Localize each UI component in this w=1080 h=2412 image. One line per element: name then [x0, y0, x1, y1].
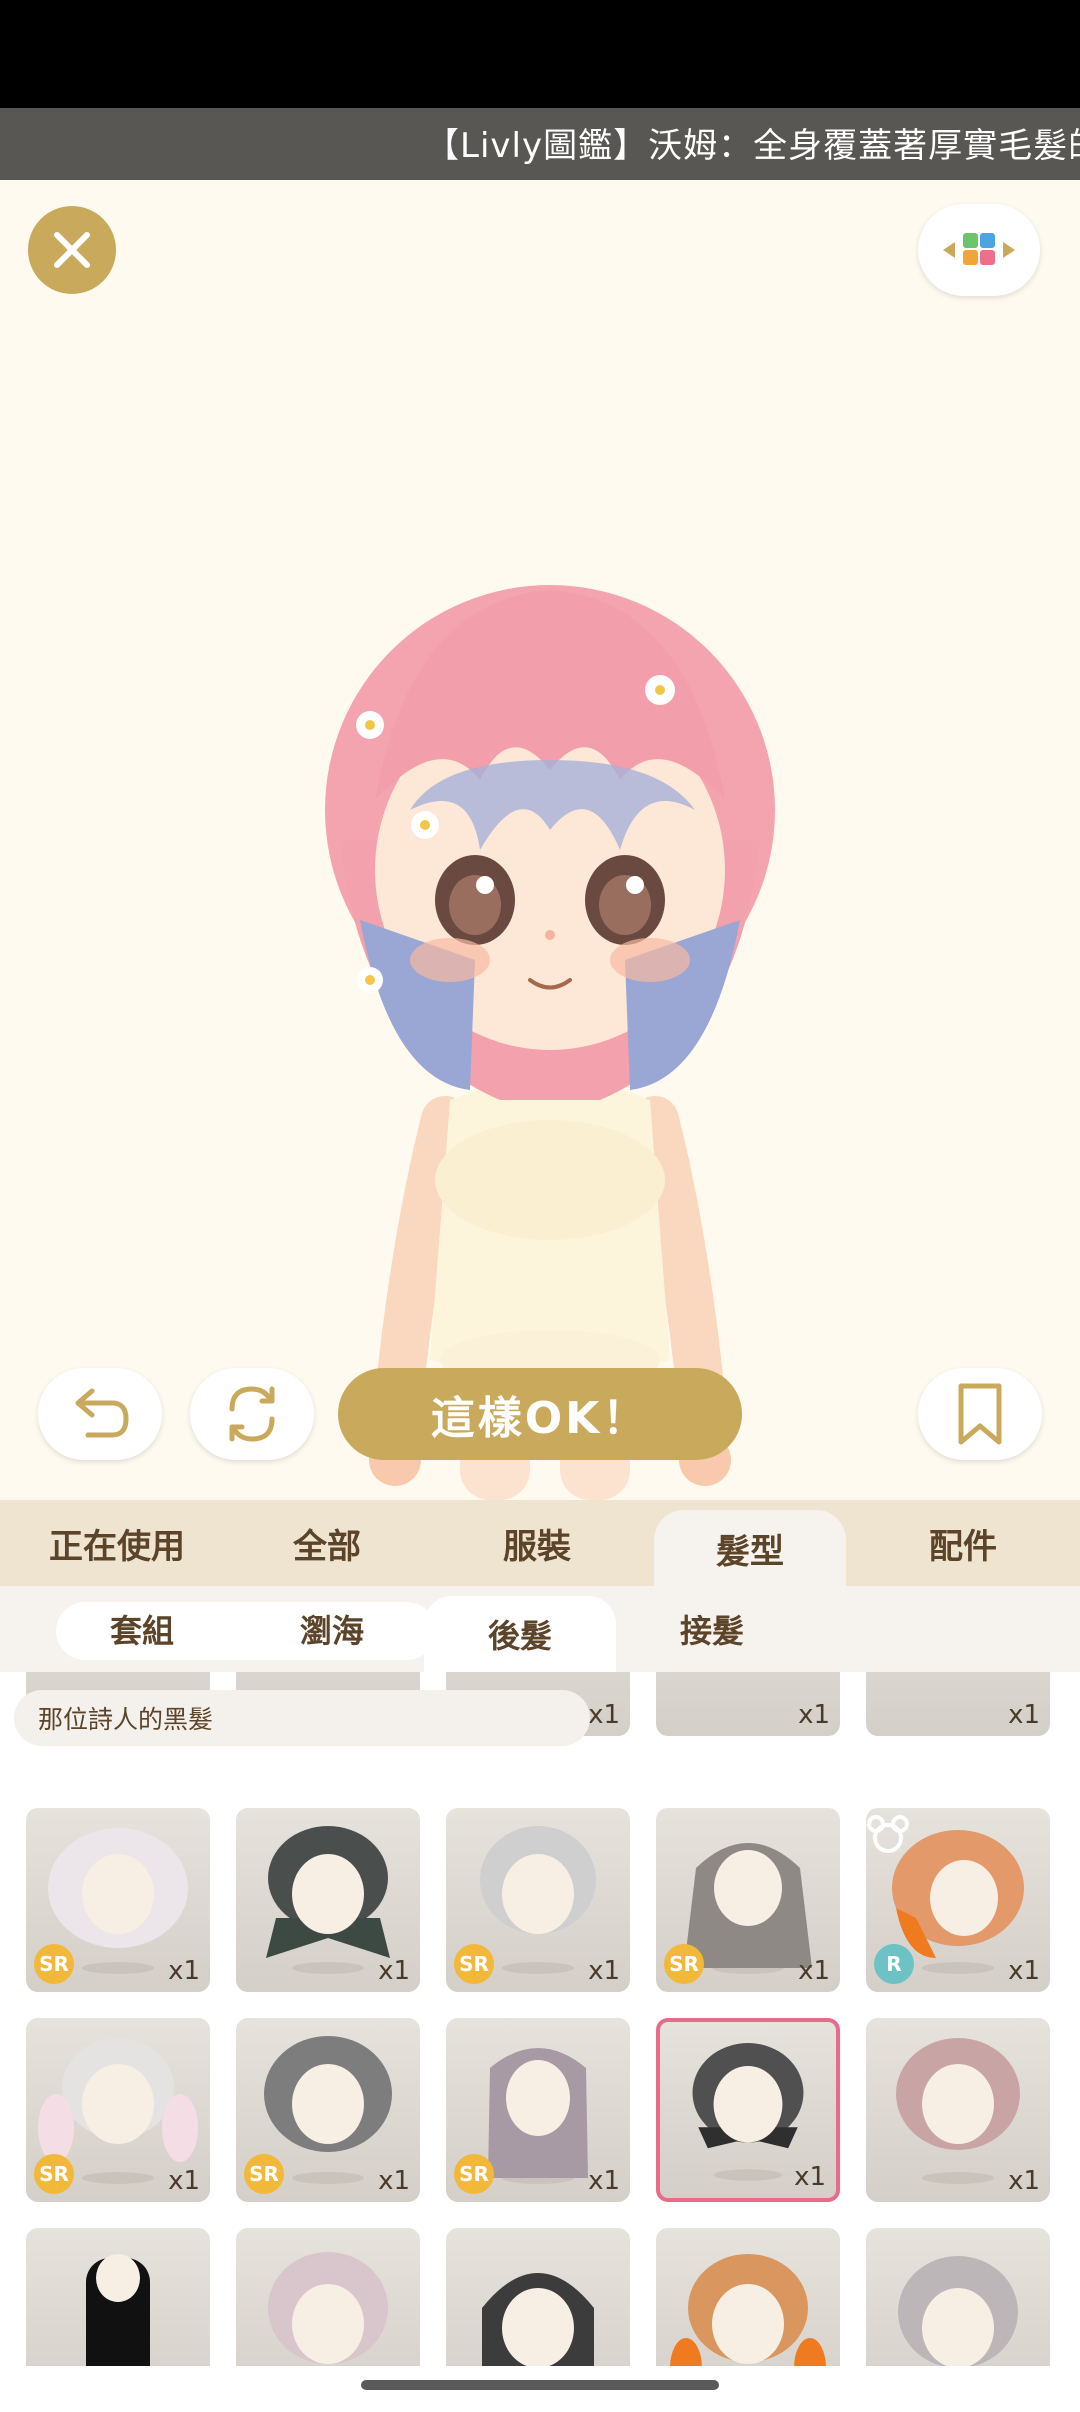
item-card[interactable] [26, 2228, 210, 2366]
item-quantity: x1 [588, 2166, 620, 2196]
rotate-icon [229, 1386, 275, 1442]
item-quantity: x1 [798, 1700, 830, 1730]
bookmark-button[interactable] [918, 1368, 1042, 1460]
tab-hairstyle[interactable]: 髮型 [654, 1510, 846, 1586]
subtab-extensions[interactable]: 接髮 [632, 1586, 792, 1672]
item-card[interactable]: x1 [866, 1672, 1050, 1736]
tab-clothing[interactable]: 服裝 [432, 1500, 642, 1586]
avatar-character [325, 585, 775, 1500]
item-card[interactable]: SR x1 [26, 2018, 210, 2202]
tab-accessories[interactable]: 配件 [858, 1500, 1068, 1586]
item-card[interactable] [866, 2228, 1050, 2366]
item-card[interactable]: x1 [236, 1808, 420, 1992]
hair-thumbnail [670, 2254, 826, 2366]
item-card[interactable]: SR x1 [236, 2018, 420, 2202]
item-quantity: x1 [168, 2166, 200, 2196]
item-quantity: x1 [798, 1956, 830, 1986]
subtab-set[interactable]: 套組 [62, 1586, 222, 1672]
close-icon [54, 232, 90, 268]
item-card[interactable]: SR x1 [26, 1808, 210, 1992]
item-quantity: x1 [168, 1956, 200, 1986]
home-indicator[interactable] [361, 2380, 719, 2390]
item-card-selected[interactable]: x1 [656, 2018, 840, 2202]
confirm-ok-button[interactable]: 這樣OK！ [338, 1368, 742, 1460]
close-button[interactable] [28, 206, 116, 294]
item-card[interactable] [236, 2228, 420, 2366]
news-ticker[interactable]: 【Livly圖鑑】沃姆：全身覆蓋著厚實毛髮的 [0, 108, 1080, 180]
item-card[interactable]: SR x1 [446, 1808, 630, 1992]
news-ticker-text: 【Livly圖鑑】沃姆：全身覆蓋著厚實毛髮的 [425, 126, 1080, 166]
item-card[interactable] [656, 2228, 840, 2366]
status-bar [0, 0, 1080, 108]
item-quantity: x1 [588, 1956, 620, 1986]
bookmark-icon [958, 1383, 1002, 1445]
rarity-badge: SR [454, 2154, 494, 2194]
subtab-bangs[interactable]: 瀏海 [252, 1586, 412, 1672]
item-grid: x1 x1 x1 x1 x1 SR x1 x1 [0, 1672, 1080, 2366]
tab-all[interactable]: 全部 [222, 1500, 432, 1586]
hair-thumbnail [898, 2256, 1018, 2366]
category-tabs: 正在使用 全部 服裝 髮型 配件 [0, 1500, 1080, 1586]
rotate-button[interactable] [190, 1368, 314, 1460]
item-quantity: x1 [1008, 1956, 1040, 1986]
gesture-bar-area [0, 2366, 1080, 2412]
subcategory-tabs: 套組 瀏海 後髮 接髮 [0, 1586, 1080, 1672]
rarity-badge: SR [244, 2154, 284, 2194]
item-quantity: x1 [1008, 1700, 1040, 1730]
item-card[interactable]: SR x1 [446, 2018, 630, 2202]
item-quantity: x1 [378, 2166, 410, 2196]
hair-thumbnail [86, 2254, 150, 2366]
view-toggle-button[interactable] [918, 204, 1040, 296]
item-card[interactable] [446, 2228, 630, 2366]
item-quantity: x1 [794, 2162, 826, 2192]
undo-button[interactable] [38, 1368, 162, 1460]
grid-toggle-icon [943, 233, 1015, 265]
item-card[interactable]: x1 [866, 2018, 1050, 2202]
item-quantity: x1 [588, 1700, 620, 1730]
item-quantity: x1 [1008, 2166, 1040, 2196]
bear-icon [867, 1815, 909, 1853]
undo-icon [75, 1388, 129, 1438]
avatar-stage: 這樣OK！ [0, 180, 1080, 1500]
rarity-badge: SR [34, 2154, 74, 2194]
item-card[interactable]: x1 [656, 1672, 840, 1736]
rarity-badge: R [874, 1944, 914, 1984]
rarity-badge: SR [664, 1944, 704, 1984]
rarity-badge: SR [454, 1944, 494, 1984]
hair-thumbnail [268, 2252, 388, 2364]
item-card[interactable]: R x1 [866, 1808, 1050, 1992]
selected-item-name: 那位詩人的黑髮 [14, 1690, 590, 1746]
item-grid-panel: 那位詩人的黑髮 x1 x1 x1 x1 x1 SR x1 [0, 1672, 1080, 2366]
subtab-back-hair[interactable]: 後髮 [424, 1596, 616, 1672]
item-quantity: x1 [378, 1956, 410, 1986]
hair-thumbnail [482, 2273, 594, 2366]
rarity-badge: SR [34, 1944, 74, 1984]
item-card[interactable]: SR x1 [656, 1808, 840, 1992]
tab-in-use[interactable]: 正在使用 [12, 1500, 222, 1586]
